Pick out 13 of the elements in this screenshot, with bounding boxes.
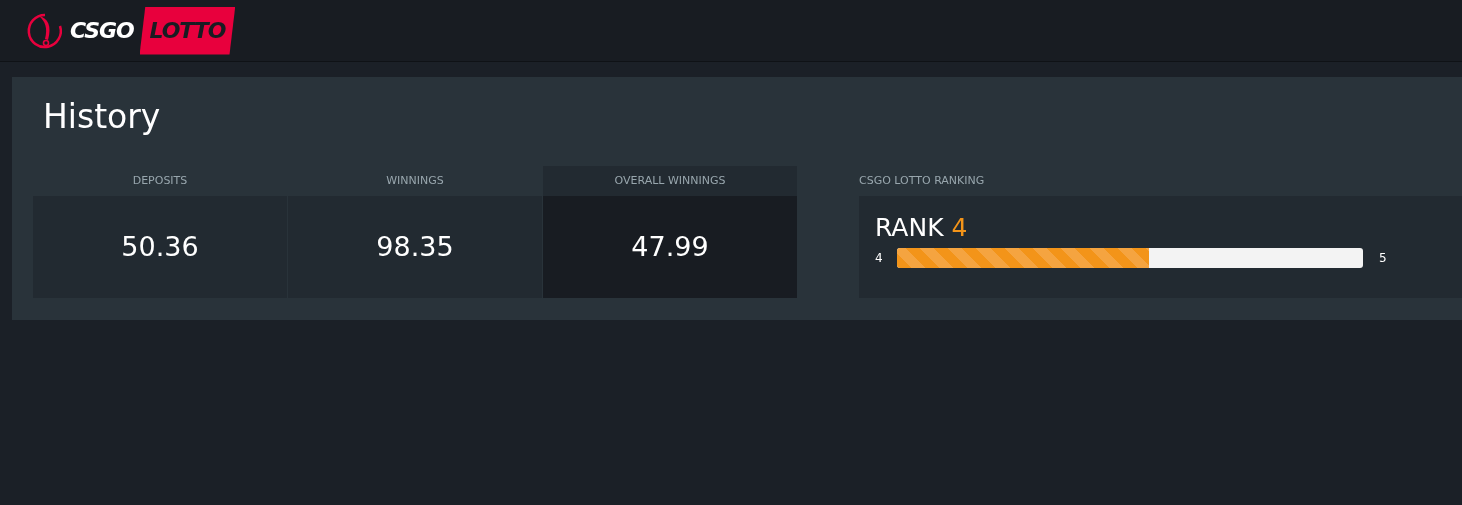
rank-end: 5 [1379,250,1387,267]
ranking-label: CSGO LOTTO RANKING [859,172,985,189]
stat-label: WINNINGS [386,172,444,189]
stat-label: DEPOSITS [132,172,188,189]
logo-badge: LOTTO [139,6,236,55]
logo-text: CSGO [70,17,134,45]
stat-label: OVERALL WINNINGS [614,172,726,189]
stat-value: 50.36 [121,229,199,264]
rank-start: 4 [875,250,884,267]
stat-value: 98.35 [376,229,454,264]
page-title: History [43,97,161,137]
stat-value: 47.99 [631,229,709,264]
rank-heading: RANK 4 [875,212,968,244]
